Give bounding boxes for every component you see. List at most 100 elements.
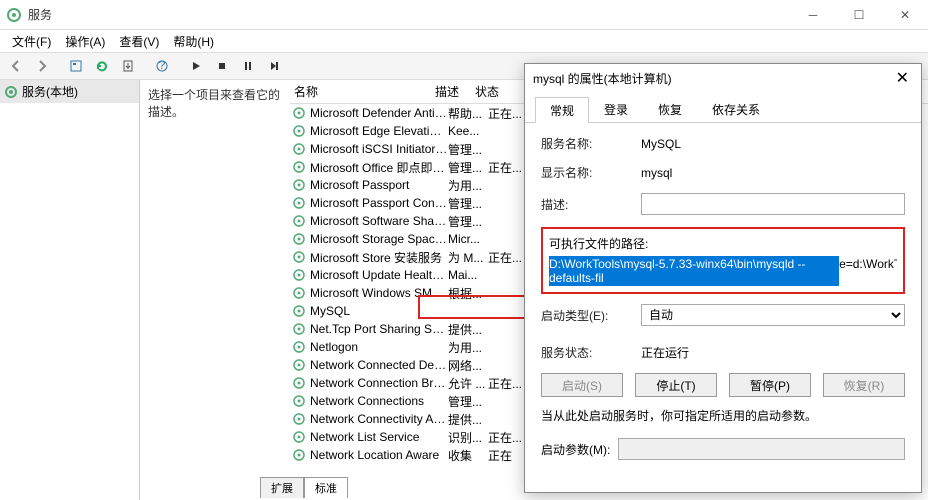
gear-icon <box>292 340 306 354</box>
tab-dependencies[interactable]: 依存关系 <box>697 96 775 122</box>
service-name: Net.Tcp Port Sharing Ser... <box>310 322 448 336</box>
service-name: Network Connections <box>310 394 448 408</box>
service-status: 正在... <box>488 375 528 392</box>
service-name: Microsoft Update Health... <box>310 268 448 282</box>
service-desc: 帮助... <box>448 105 488 122</box>
service-desc: 为用... <box>448 339 488 356</box>
stop-button[interactable]: 停止(T) <box>635 373 717 397</box>
service-name-value: MySQL <box>641 137 905 151</box>
service-status: 正在... <box>488 159 528 176</box>
col-name[interactable]: 名称 <box>290 83 435 100</box>
tab-logon[interactable]: 登录 <box>589 96 643 122</box>
start-params-note: 当从此处启动服务时，你可指定所适用的启动参数。 <box>541 407 905 424</box>
gear-icon <box>292 430 306 444</box>
description-field[interactable] <box>641 193 905 215</box>
dialog-close-button[interactable]: ✕ <box>892 68 913 88</box>
resume-button[interactable]: 恢复(R) <box>823 373 905 397</box>
service-status-label: 服务状态: <box>541 344 641 361</box>
gear-icon <box>292 160 306 174</box>
col-desc[interactable]: 描述 <box>435 83 475 100</box>
tree-root[interactable]: 服务(本地) <box>0 80 139 103</box>
service-desc: 为用... <box>448 177 488 194</box>
tab-extended[interactable]: 扩展 <box>260 477 304 498</box>
back-button[interactable] <box>4 55 28 77</box>
gear-icon <box>292 142 306 156</box>
service-desc: 识别... <box>448 429 488 446</box>
menu-help[interactable]: 帮助(H) <box>167 31 220 52</box>
executable-path-value[interactable]: D:\WorkTools\mysql-5.7.33-winx64\bin\mys… <box>549 256 897 286</box>
service-name: Microsoft Storage Space... <box>310 232 448 246</box>
gear-icon <box>292 106 306 120</box>
gear-icon <box>292 394 306 408</box>
menu-view[interactable]: 查看(V) <box>113 31 165 52</box>
menu-action[interactable]: 操作(A) <box>59 31 111 52</box>
service-desc: 管理... <box>448 159 488 176</box>
close-button[interactable]: ✕ <box>882 0 928 30</box>
service-status: 正在... <box>488 429 528 446</box>
menubar: 文件(F) 操作(A) 查看(V) 帮助(H) <box>0 30 928 52</box>
service-desc: 收集 <box>448 447 488 464</box>
service-status: 正在... <box>488 249 528 266</box>
executable-path-selected: D:\WorkTools\mysql-5.7.33-winx64\bin\mys… <box>549 256 839 286</box>
properties-button[interactable] <box>64 55 88 77</box>
gear-icon <box>292 376 306 390</box>
minimize-button[interactable]: ─ <box>790 0 836 30</box>
gear-icon <box>292 232 306 246</box>
service-name: Microsoft Software Shad... <box>310 214 448 228</box>
start-params-input[interactable] <box>618 438 905 460</box>
forward-button[interactable] <box>30 55 54 77</box>
service-desc: 管理... <box>448 195 488 212</box>
service-desc: 管理... <box>448 393 488 410</box>
maximize-button[interactable]: ☐ <box>836 0 882 30</box>
dialog-title: mysql 的属性(本地计算机) <box>533 70 892 87</box>
tab-general[interactable]: 常规 <box>535 97 589 123</box>
executable-path-rest: e=d:\WorkT <box>839 256 897 286</box>
service-desc: 管理... <box>448 141 488 158</box>
pause-service-button[interactable] <box>236 55 260 77</box>
stop-service-button[interactable] <box>210 55 234 77</box>
gear-icon <box>292 322 306 336</box>
gear-icon <box>292 448 306 462</box>
col-status[interactable]: 状态 <box>475 83 515 100</box>
svg-text:?: ? <box>159 59 166 72</box>
service-name: Netlogon <box>310 340 448 354</box>
service-name: Microsoft Defender Antiv... <box>310 106 448 120</box>
nav-tree: 服务(本地) <box>0 80 140 500</box>
description-hint: 选择一个项目来查看它的描述。 <box>148 86 282 120</box>
service-desc: 网络... <box>448 357 488 374</box>
tab-recovery[interactable]: 恢复 <box>643 96 697 122</box>
executable-path-label: 可执行文件的路径: <box>549 235 897 252</box>
gear-icon <box>292 304 306 318</box>
service-name: Network List Service <box>310 430 448 444</box>
restart-service-button[interactable] <box>262 55 286 77</box>
gear-icon <box>292 196 306 210</box>
service-name: Network Connectivity Ass... <box>310 412 448 426</box>
refresh-button[interactable] <box>90 55 114 77</box>
service-name: Network Connection Bro... <box>310 376 448 390</box>
tab-standard[interactable]: 标准 <box>304 477 348 498</box>
service-name: Microsoft Passport Cont... <box>310 196 448 210</box>
start-service-button[interactable] <box>184 55 208 77</box>
startup-type-select[interactable]: 自动 <box>641 304 905 326</box>
start-button[interactable]: 启动(S) <box>541 373 623 397</box>
service-status: 正在 <box>488 447 528 464</box>
properties-dialog: mysql 的属性(本地计算机) ✕ 常规 登录 恢复 依存关系 服务名称: M… <box>524 63 922 493</box>
window-titlebar: 服务 ─ ☐ ✕ <box>0 0 928 30</box>
service-name: Microsoft Windows SMS ... <box>310 286 448 300</box>
help-button[interactable]: ? <box>150 55 174 77</box>
app-icon <box>6 7 22 23</box>
service-name: Microsoft iSCSI Initiator ... <box>310 142 448 156</box>
pause-button[interactable]: 暂停(P) <box>729 373 811 397</box>
service-desc: Micr... <box>448 232 488 246</box>
service-desc: 根据... <box>448 285 488 302</box>
service-status: 正在... <box>488 105 528 122</box>
menu-file[interactable]: 文件(F) <box>6 31 57 52</box>
service-name-label: 服务名称: <box>541 135 641 152</box>
description-label: 描述: <box>541 196 641 213</box>
display-name-label: 显示名称: <box>541 164 641 181</box>
service-name: MySQL <box>310 304 448 318</box>
service-desc: Mai... <box>448 268 488 282</box>
service-desc: 允许 ... <box>448 375 488 392</box>
export-button[interactable] <box>116 55 140 77</box>
display-name-value: mysql <box>641 166 905 180</box>
